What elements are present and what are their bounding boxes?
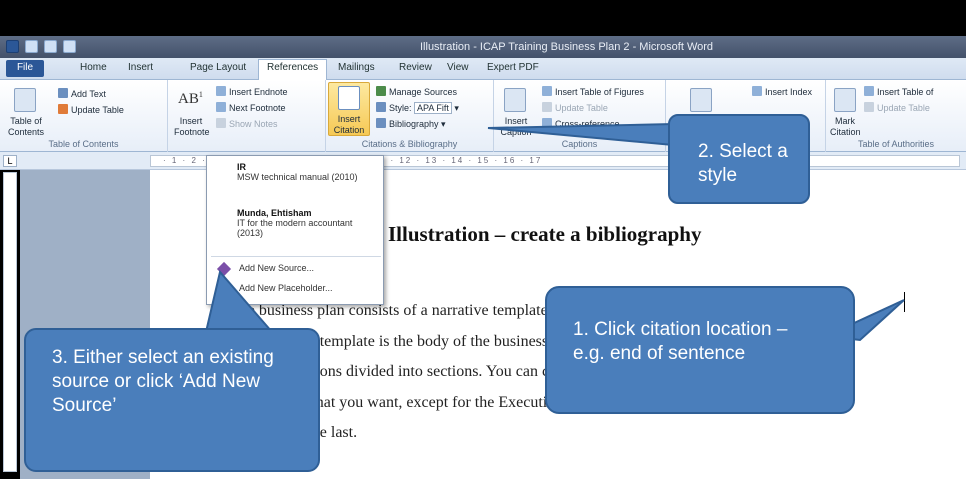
tab-expert-pdf[interactable]: Expert PDF <box>487 62 539 73</box>
group-table-of-contents: Table of Contents Add Text Update Table … <box>0 80 168 152</box>
bibliography-label: Bibliography <box>389 119 439 129</box>
table-of-contents-icon <box>14 88 36 112</box>
mark-entry-icon <box>690 88 712 112</box>
paragraph-line: should be done last. <box>230 424 358 441</box>
endnote-icon <box>216 86 226 96</box>
footnote-icon: AB1 <box>178 90 203 107</box>
source-detail: MSW technical manual (2010) <box>237 172 358 182</box>
next-footnote-icon <box>216 102 226 112</box>
group-label: Citations & Bibliography <box>361 139 458 149</box>
group-table-of-authorities: Mark Citation Insert Table of Update Tab… <box>826 80 966 152</box>
insert-table-of-authorities-button[interactable]: Insert Table of <box>864 86 933 97</box>
source-author: IR <box>237 162 246 172</box>
insert-table-of-figures-label: Insert Table of Figures <box>555 87 644 97</box>
update-table-label: Update Table <box>71 105 124 115</box>
update-table-figures-button[interactable]: Update Table <box>542 102 608 113</box>
group-label: Table of Authorities <box>857 139 935 149</box>
update-table-button[interactable]: Update Table <box>58 104 124 115</box>
ruler-bar: L · 1 · 2 · 3 · 4 · 5 · 6 · 7 · 8 · 9 · … <box>0 152 966 170</box>
next-footnote-button[interactable]: Next Footnote <box>216 102 286 113</box>
insert-index-label: Insert Index <box>765 87 813 97</box>
add-text-icon <box>58 88 68 98</box>
vertical-ruler[interactable] <box>3 172 17 472</box>
callout-select-source: 3. Either select an existing source or c… <box>24 328 320 472</box>
tab-mailings[interactable]: Mailings <box>338 62 375 73</box>
mark-citation-button[interactable]: Mark Citation <box>830 116 861 138</box>
bibliography-button[interactable]: Bibliography ▾ <box>376 118 446 130</box>
update-icon <box>542 102 552 112</box>
callout-click-location: 1. Click citation location – e.g. end of… <box>545 286 855 414</box>
group-footnotes: AB1 Insert Footnote Insert Endnote Next … <box>168 80 326 152</box>
manage-sources-label: Manage Sources <box>389 87 458 97</box>
tab-view[interactable]: View <box>447 62 469 73</box>
insert-table-of-figures-button[interactable]: Insert Table of Figures <box>542 86 644 97</box>
group-label: Table of Contents <box>48 139 119 149</box>
save-icon[interactable] <box>25 40 38 53</box>
insert-index-button[interactable]: Insert Index <box>752 86 812 97</box>
insert-table-of-label: Insert Table of <box>877 87 934 97</box>
tab-references[interactable]: References <box>258 59 328 80</box>
caption-icon <box>504 88 526 112</box>
insert-footnote-button[interactable]: Insert Footnote <box>174 116 210 138</box>
manage-sources-icon <box>376 86 386 96</box>
update-icon <box>58 104 68 114</box>
source-detail: IT for the modern accountant (2013) <box>237 218 353 238</box>
style-label: Style: <box>389 103 412 113</box>
style-value: APA Fift <box>414 102 452 114</box>
show-notes-button[interactable]: Show Notes <box>216 118 278 129</box>
ribbon-tabs: File Home Insert Page Layout References … <box>0 58 966 80</box>
tab-file[interactable]: File <box>6 60 44 77</box>
table-of-contents-button[interactable]: Table of Contents <box>4 116 48 138</box>
show-notes-icon <box>216 118 226 128</box>
update-table-authorities-button[interactable]: Update Table <box>864 102 930 113</box>
menu-divider <box>211 256 381 257</box>
callout-pointer <box>204 270 275 333</box>
insert-index-icon <box>752 86 762 96</box>
add-text-label: Add Text <box>71 89 106 99</box>
update-table-label: Update Table <box>555 103 608 113</box>
ribbon: Table of Contents Add Text Update Table … <box>0 80 966 152</box>
title-bar: Illustration - ICAP Training Business Pl… <box>0 36 966 58</box>
window-title: Illustration - ICAP Training Business Pl… <box>420 41 714 53</box>
update-icon <box>864 102 874 112</box>
update-table-label: Update Table <box>877 103 930 113</box>
style-select[interactable]: Style: APA Fift ▾ <box>376 102 459 114</box>
mark-citation-icon <box>834 88 856 112</box>
next-footnote-label: Next Footnote <box>229 103 286 113</box>
tab-page-layout[interactable]: Page Layout <box>190 62 246 73</box>
tab-review[interactable]: Review <box>399 62 432 73</box>
redo-icon[interactable] <box>63 40 76 53</box>
callout-select-style: 2. Select a style <box>668 114 810 204</box>
group-citations: Insert Citation Manage Sources Style: AP… <box>326 80 494 152</box>
source-item[interactable]: Munda, Ehtisham IT for the modern accoun… <box>237 208 377 238</box>
style-icon <box>376 102 386 112</box>
citation-icon <box>338 86 360 110</box>
insert-endnote-label: Insert Endnote <box>229 87 288 97</box>
undo-icon[interactable] <box>44 40 57 53</box>
table-of-figures-icon <box>542 86 552 96</box>
show-notes-label: Show Notes <box>229 119 278 129</box>
source-item[interactable]: IR MSW technical manual (2010) <box>237 162 377 182</box>
table-of-authorities-icon <box>864 86 874 96</box>
add-text-button[interactable]: Add Text <box>58 88 106 99</box>
quick-access-toolbar <box>6 40 76 53</box>
tab-insert[interactable]: Insert <box>128 62 153 73</box>
tab-home[interactable]: Home <box>80 62 107 73</box>
word-icon <box>6 40 19 53</box>
bibliography-icon <box>376 118 386 128</box>
insert-citation-label: Insert Citation <box>333 114 365 135</box>
tab-selector[interactable]: L <box>3 155 17 167</box>
source-author: Munda, Ehtisham <box>237 208 312 218</box>
document-heading: Illustration – create a bibliography <box>388 222 702 246</box>
insert-endnote-button[interactable]: Insert Endnote <box>216 86 288 97</box>
manage-sources-button[interactable]: Manage Sources <box>376 86 457 97</box>
